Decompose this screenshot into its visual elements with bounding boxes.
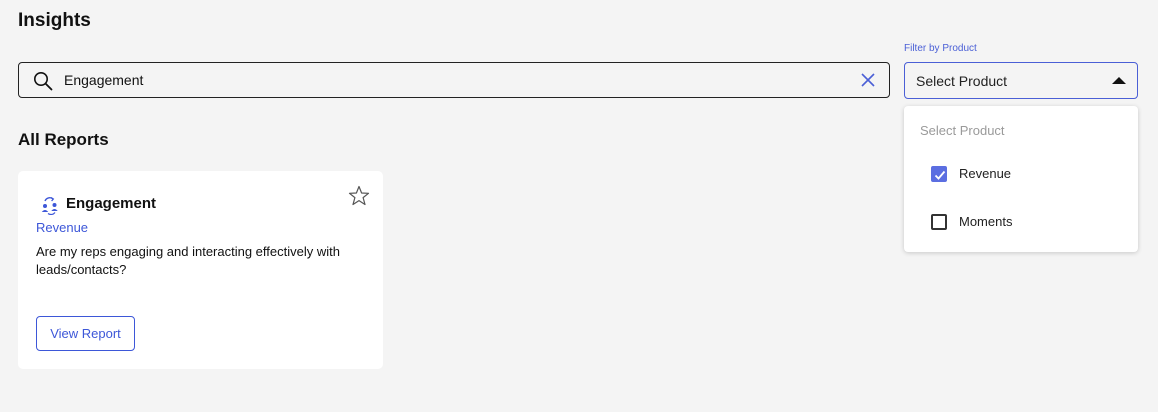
search-box[interactable] — [18, 62, 890, 98]
dropdown-option-revenue[interactable]: Revenue — [931, 164, 1121, 184]
checkbox-checked-icon[interactable] — [931, 166, 947, 182]
clear-icon[interactable] — [861, 73, 875, 87]
section-title: All Reports — [18, 130, 109, 149]
dropdown-placeholder: Select Product — [920, 123, 1005, 138]
engagement-icon — [41, 196, 58, 215]
insights-page: Insights Filter by Product Select Produc… — [0, 0, 1158, 412]
option-label: Revenue — [959, 166, 1012, 181]
page-title: Insights — [18, 10, 91, 31]
card-title: Engagement — [66, 195, 157, 212]
card-description: Are my reps engaging and interacting eff… — [36, 244, 340, 277]
view-report-button[interactable]: View Report — [36, 316, 135, 351]
star-icon[interactable] — [348, 185, 370, 207]
report-card: Engagement Revenue Are my reps engaging … — [18, 171, 383, 369]
filter-label: Filter by Product — [904, 43, 977, 54]
caret-up-icon — [1112, 77, 1126, 84]
product-filter-select[interactable]: Select Product — [904, 62, 1138, 99]
card-product-link[interactable]: Revenue — [36, 220, 88, 235]
product-dropdown-menu: Select Product Revenue Moments — [904, 106, 1138, 252]
search-icon — [34, 72, 53, 91]
dropdown-option-moments[interactable]: Moments — [931, 212, 1121, 232]
checkbox-unchecked-icon[interactable] — [931, 214, 947, 230]
select-value: Select Product — [916, 73, 1008, 89]
option-label: Moments — [959, 214, 1013, 229]
search-input[interactable] — [64, 72, 824, 88]
